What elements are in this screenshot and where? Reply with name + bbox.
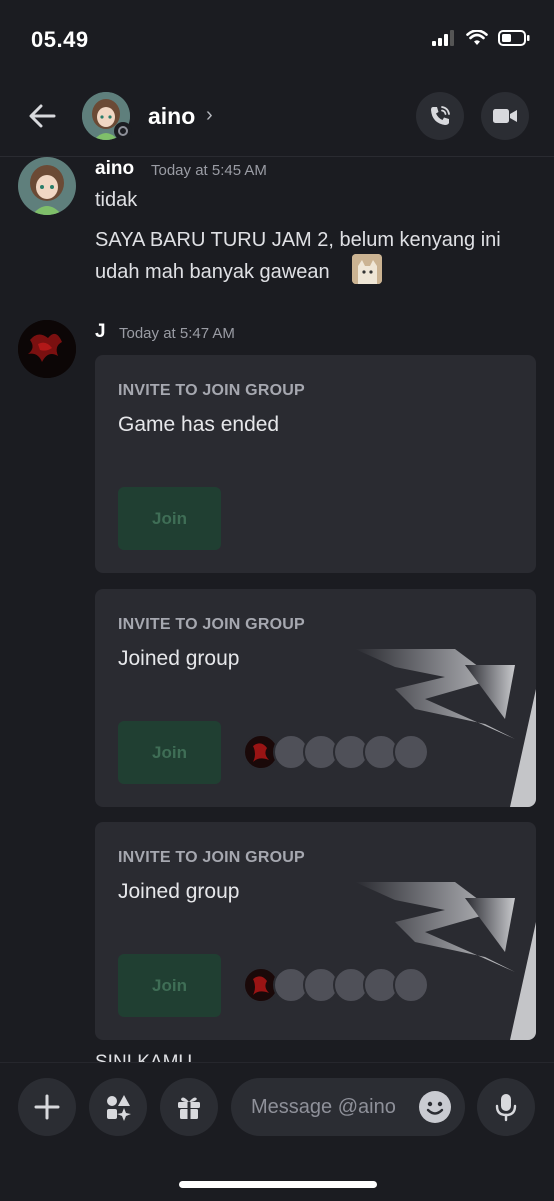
phone-icon xyxy=(431,106,450,125)
message-author[interactable]: J xyxy=(95,321,106,343)
microphone-icon xyxy=(495,1094,517,1122)
status-icons xyxy=(432,30,530,46)
message-input[interactable] xyxy=(251,1078,411,1136)
signal-icon xyxy=(432,30,454,46)
status-time: 05.49 xyxy=(31,27,89,52)
gift-icon xyxy=(178,1097,200,1119)
video-camera-icon xyxy=(493,109,517,123)
party-slots xyxy=(243,967,429,1003)
video-call-button[interactable] xyxy=(481,92,529,140)
empty-slot xyxy=(393,734,429,770)
join-button[interactable]: Join xyxy=(118,954,221,1017)
invite-card: INVITE TO JOIN GROUP Game has ended Join xyxy=(95,355,536,573)
gift-button[interactable] xyxy=(160,1078,218,1136)
party-slots xyxy=(243,734,429,770)
invite-status: Joined group xyxy=(118,880,240,903)
aino-avatar[interactable] xyxy=(18,157,76,215)
voice-message-button[interactable] xyxy=(477,1078,535,1136)
invite-card: INVITE TO JOIN GROUP Joined group Join xyxy=(95,822,536,1040)
j-avatar[interactable] xyxy=(18,320,76,378)
back-arrow-icon[interactable] xyxy=(24,98,60,134)
invite-label: INVITE TO JOIN GROUP xyxy=(118,616,305,633)
chevron-right-icon[interactable]: › xyxy=(206,104,213,127)
apps-icon xyxy=(107,1095,131,1121)
battery-icon xyxy=(498,30,530,46)
header-username[interactable]: aino xyxy=(148,103,195,130)
message-text: udah mah banyak gawean xyxy=(95,261,330,283)
invite-card: INVITE TO JOIN GROUP Joined group Join xyxy=(95,589,536,807)
invite-status: Game has ended xyxy=(118,413,280,436)
invite-label: INVITE TO JOIN GROUP xyxy=(118,382,305,399)
message-author[interactable]: aino xyxy=(95,158,134,180)
emoji-icon[interactable] xyxy=(419,1091,451,1123)
invite-status: Joined group xyxy=(118,647,240,670)
message-timestamp: Today at 5:47 AM xyxy=(119,325,235,342)
invite-label: INVITE TO JOIN GROUP xyxy=(118,849,305,866)
game-logo-icon xyxy=(355,882,536,1040)
header-divider xyxy=(0,156,554,157)
join-button[interactable]: Join xyxy=(118,721,221,784)
wifi-icon xyxy=(466,30,488,45)
voice-call-button[interactable] xyxy=(416,92,464,140)
apps-button[interactable] xyxy=(89,1078,147,1136)
game-logo-icon xyxy=(355,649,536,807)
plus-icon xyxy=(34,1094,60,1120)
empty-slot xyxy=(393,967,429,1003)
offline-status-icon xyxy=(114,122,132,140)
cat-emoji-sticker xyxy=(352,254,382,284)
message-text: tidak xyxy=(95,189,138,211)
add-attachment-button[interactable] xyxy=(18,1078,76,1136)
message-text: SAYA BARU TURU JAM 2, belum kenyang ini xyxy=(95,229,501,251)
join-button[interactable]: Join xyxy=(118,487,221,550)
message-timestamp: Today at 5:45 AM xyxy=(151,162,267,179)
home-indicator xyxy=(179,1181,377,1188)
